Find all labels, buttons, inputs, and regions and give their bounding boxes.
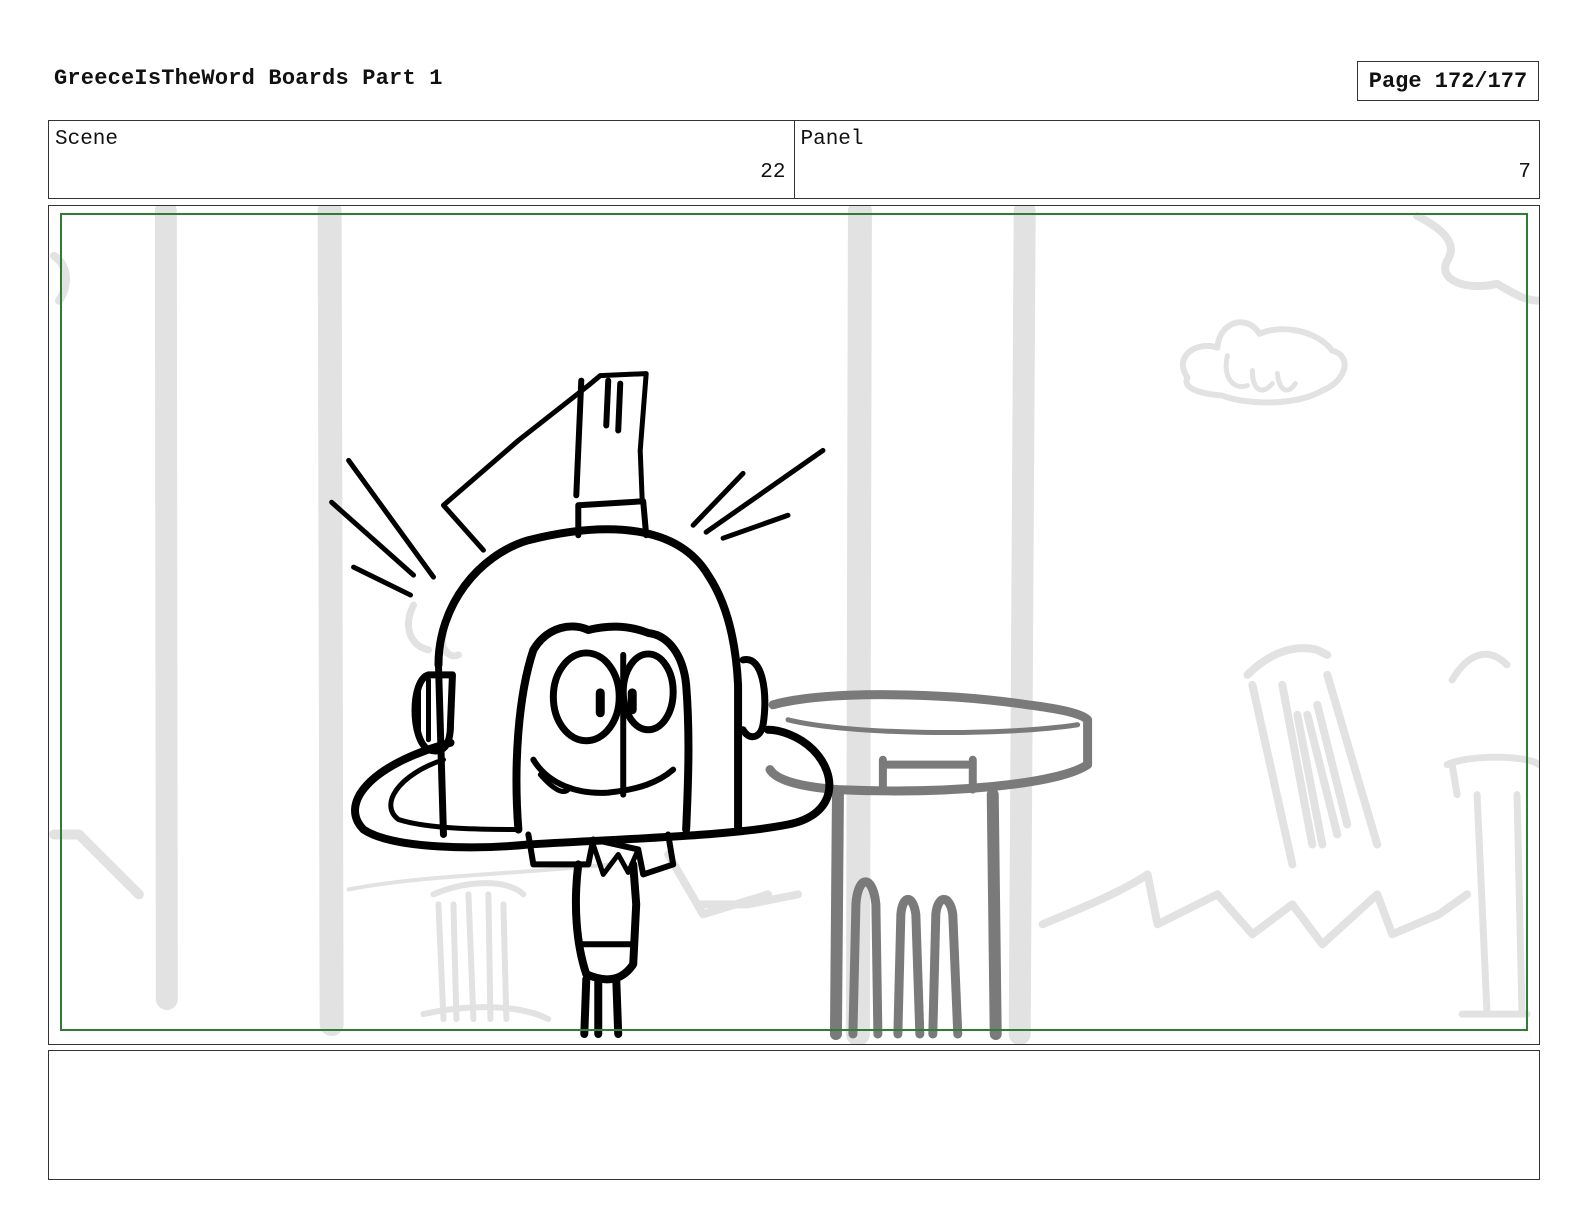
storyboard-panel	[48, 205, 1540, 1045]
helmeted-character-icon	[329, 371, 834, 1039]
panel-label: Panel	[800, 128, 864, 151]
background-pillar-1	[154, 206, 178, 1011]
right-ear-guard	[739, 656, 769, 741]
panel-cell: Panel 7	[793, 121, 1540, 198]
cloud-squiggle	[1223, 353, 1298, 393]
column-far-right	[1443, 650, 1539, 1018]
column-right-edge	[986, 788, 1002, 1041]
panel-value: 7	[1518, 161, 1531, 184]
pedestal-top	[765, 690, 1093, 796]
left-eye	[549, 649, 623, 745]
left-ear-lines	[416, 677, 431, 743]
background-sketch	[49, 206, 1539, 1044]
helmet-crest-inner	[573, 377, 624, 499]
pedestal-inner-ellipse	[785, 717, 1081, 736]
background-pillar-4	[1008, 206, 1036, 1044]
broken-column-right	[1243, 644, 1382, 869]
helmet-dome	[434, 525, 743, 834]
scene-label: Scene	[55, 128, 119, 151]
scene-cell: Scene 22	[49, 121, 794, 198]
ground-zigzag-center	[664, 850, 802, 919]
legs	[580, 975, 623, 1039]
background-pillar-2	[317, 206, 344, 1037]
torso	[571, 860, 641, 984]
column-left-edge	[829, 788, 844, 1041]
ground-zigzag-right	[1038, 870, 1472, 949]
page-number-box: Page 172/177	[1357, 61, 1539, 101]
storyboard-sketch	[49, 206, 1539, 1044]
cloud-corner-top-right	[1413, 211, 1539, 305]
document-title: GreeceIsTheWord Boards Part 1	[54, 66, 443, 91]
column-flute-2	[893, 894, 925, 1039]
mountain-ridge-left	[49, 829, 144, 900]
scene-value: 22	[760, 161, 786, 184]
info-table: Scene 22 Panel 7	[48, 120, 1540, 199]
notes-box	[48, 1050, 1540, 1180]
halo-ring-inner	[388, 757, 521, 833]
column-lower-left	[420, 880, 552, 1023]
helmet-crest	[440, 371, 649, 553]
greek-column-icon	[765, 690, 1093, 1041]
column-flute-3	[928, 894, 963, 1039]
ruins-left-edge	[49, 251, 70, 305]
